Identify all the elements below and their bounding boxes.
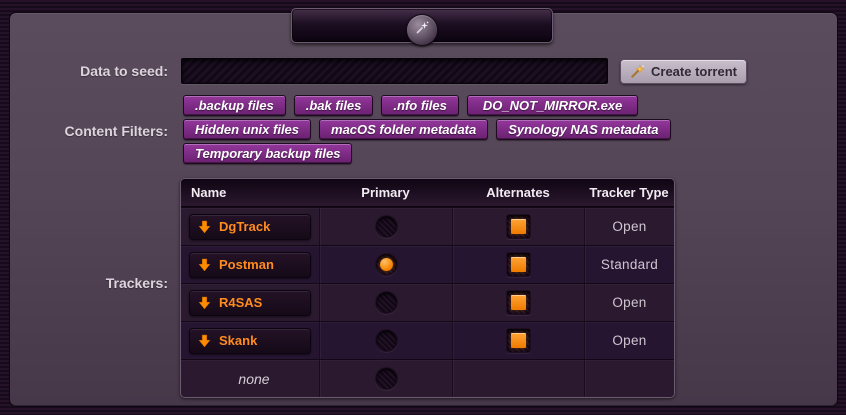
column-header-alternates: Alternates — [452, 179, 584, 206]
data-to-seed-label: Data to seed: — [0, 63, 168, 79]
tracker-type: Open — [612, 295, 646, 310]
tracker-link-button[interactable]: Postman — [189, 252, 311, 278]
wand-orb-button[interactable] — [406, 14, 438, 46]
tracker-name: DgTrack — [219, 219, 270, 234]
trackers-label: Trackers: — [0, 275, 168, 291]
download-arrow-icon — [198, 258, 211, 272]
primary-radio[interactable] — [375, 253, 398, 276]
create-torrent-button[interactable]: Create torrent — [620, 59, 747, 84]
tracker-type: Standard — [601, 257, 658, 272]
tracker-row: Skank Open — [181, 321, 674, 359]
tracker-link-button[interactable]: DgTrack — [189, 214, 311, 240]
filter-chip[interactable]: Temporary backup files — [183, 143, 352, 164]
create-torrent-label: Create torrent — [651, 64, 737, 79]
tracker-row: Postman Standard — [181, 245, 674, 283]
tracker-row: DgTrack Open — [181, 207, 674, 245]
column-header-name: Name — [181, 179, 319, 206]
tracker-name: Skank — [219, 333, 257, 348]
filter-chip[interactable]: .bak files — [294, 95, 374, 116]
torrent-create-screen: Data to seed: Create torrent Content Fil… — [0, 0, 846, 415]
tracker-name: R4SAS — [219, 295, 262, 310]
trackers-table: Name Primary Alternates Tracker Type DgT… — [180, 178, 675, 398]
download-arrow-icon — [198, 334, 211, 348]
tracker-name-none: none — [238, 371, 269, 387]
primary-radio[interactable] — [375, 367, 398, 390]
tracker-link-button[interactable]: R4SAS — [189, 290, 311, 316]
column-header-tracker-type: Tracker Type — [584, 179, 674, 206]
tracker-type: Open — [612, 333, 646, 348]
alternate-checkbox[interactable] — [506, 214, 531, 239]
alternate-checkbox[interactable] — [506, 328, 531, 353]
filter-chip[interactable]: DO_NOT_MIRROR.exe — [467, 95, 638, 116]
filter-chip-row-2: Hidden unix files macOS folder metadata … — [183, 119, 671, 140]
wand-expander-bar[interactable] — [291, 8, 553, 43]
alternate-checkbox[interactable] — [506, 252, 531, 277]
tracker-link-button[interactable]: Skank — [189, 328, 311, 354]
filter-chip-row-3: Temporary backup files — [183, 143, 352, 164]
filter-chip[interactable]: .backup files — [183, 95, 286, 116]
column-header-primary: Primary — [319, 179, 452, 206]
tracker-name: Postman — [219, 257, 274, 272]
tracker-row: R4SAS Open — [181, 283, 674, 321]
filter-chip[interactable]: .nfo files — [381, 95, 458, 116]
filter-chip[interactable]: Synology NAS metadata — [496, 119, 670, 140]
tracker-row-none: none — [181, 359, 674, 397]
alternate-checkbox[interactable] — [506, 290, 531, 315]
wand-sparkle-icon — [630, 64, 645, 79]
tracker-type: Open — [612, 219, 646, 234]
trackers-table-header: Name Primary Alternates Tracker Type — [181, 179, 674, 207]
download-arrow-icon — [198, 220, 211, 234]
primary-radio[interactable] — [375, 215, 398, 238]
data-to-seed-input[interactable] — [181, 58, 608, 84]
filter-chip[interactable]: macOS folder metadata — [319, 119, 488, 140]
wand-sparkle-icon — [414, 20, 430, 41]
filter-chip[interactable]: Hidden unix files — [183, 119, 311, 140]
filter-chip-row-1: .backup files .bak files .nfo files DO_N… — [183, 95, 638, 116]
content-filters-label: Content Filters: — [0, 123, 168, 139]
download-arrow-icon — [198, 296, 211, 310]
primary-radio[interactable] — [375, 291, 398, 314]
primary-radio[interactable] — [375, 329, 398, 352]
